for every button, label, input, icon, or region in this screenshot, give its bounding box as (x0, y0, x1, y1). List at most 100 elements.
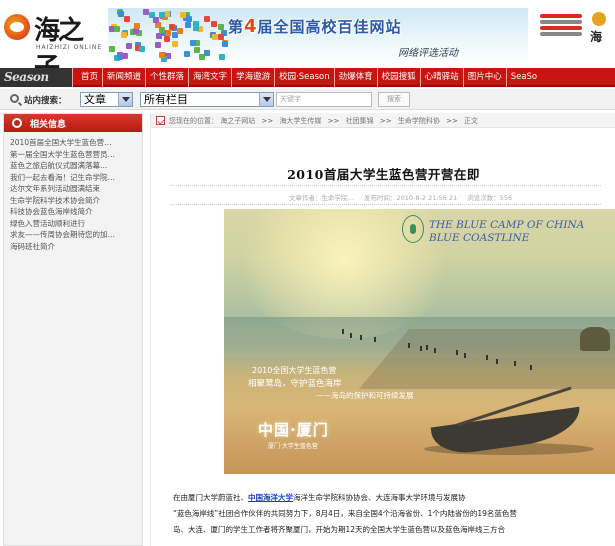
banner-cube (218, 33, 225, 40)
banner-title-prefix: 第 (228, 18, 245, 36)
related-list: 2010首届全国大学生蓝色营… 第一届全国大学生蓝色营营员… 蓝色之旅启航仪式圆… (4, 132, 142, 252)
related-link[interactable]: 求友——传周协会期待您的加… (10, 229, 140, 241)
breadcrumb-link-clubs[interactable]: 社团集锦 (346, 117, 374, 125)
nav-item-campus-season[interactable]: 校园·Season (274, 68, 334, 87)
sidebar-title: 相关信息 (30, 120, 67, 130)
nav-item-home[interactable]: 首页 (72, 68, 102, 87)
related-link[interactable]: 绿色入营活动顺利进行 (10, 218, 140, 230)
nav-items: 首页 新闻频道 个性群落 海湾文字 学海遨游 校园·Season 劲爆体育 校园… (72, 68, 541, 87)
photo-cn-line1: 2010全国大学生蓝色营 (252, 366, 337, 375)
related-link[interactable]: 海码班社简介 (10, 241, 140, 253)
partner-logo-bar (540, 14, 582, 18)
banner-cube (108, 45, 115, 52)
logo-mark-icon (4, 14, 30, 40)
search-button[interactable]: 搜索 (378, 92, 410, 107)
para-text: 海洋生命学院科协协会、大连海事大学环境与发展协 (293, 493, 466, 502)
related-link[interactable]: 科技协会蓝色海岸线简介 (10, 206, 140, 218)
sidebar-header: 相关信息 (4, 114, 142, 132)
breadcrumb-link-media[interactable]: 海大学生传媒 (279, 117, 321, 125)
partner-logo[interactable] (540, 14, 582, 44)
beach-person (420, 346, 422, 351)
related-sidebar: 相关信息 2010首届全国大学生蓝色营… 第一届全国大学生蓝色营营员… 蓝色之旅… (3, 113, 143, 546)
photo-city: 中国·厦门 (258, 421, 329, 439)
search-keyword-input[interactable]: 关键字 (276, 92, 372, 107)
partner-logo-bar (540, 20, 582, 24)
breadcrumb-separator: >> (379, 117, 392, 125)
chevron-down-icon[interactable] (259, 93, 273, 106)
nav-item-groups[interactable]: 个性群落 (145, 68, 188, 87)
banner-cube (183, 51, 190, 58)
banner-cube (221, 40, 228, 47)
related-link[interactable]: 2010首届全国大学生蓝色营… (10, 137, 140, 149)
beach-person (530, 365, 532, 370)
banner-cube (125, 43, 132, 50)
views-value: 556 (499, 194, 513, 202)
banner-cube (211, 21, 218, 28)
banner-cube (171, 40, 178, 47)
breadcrumb-separator: >> (261, 117, 274, 125)
nav-item-sports[interactable]: 劲爆体育 (333, 68, 377, 87)
banner-cube (142, 9, 149, 16)
banner-cube (121, 52, 128, 59)
photo-en-line2: BLUE COASTLINE (429, 232, 530, 244)
site-logo[interactable]: 海之子 HAIZHIZI ONLINE (4, 8, 104, 83)
site-search-bar: 站内搜索： 文章 所有栏目 关键字 搜索 (0, 89, 615, 110)
photo-en-line1: THE BLUE CAMP OF CHINA (429, 219, 585, 231)
search-icon (10, 94, 19, 103)
views-label: 浏览次数： (467, 194, 500, 202)
corner-logo[interactable]: 海 (588, 12, 615, 52)
article-title: 2010首届大学生蓝色营开营在即 (287, 167, 480, 182)
breadcrumb-link-home[interactable]: 海之子网站 (220, 117, 255, 125)
search-column-select[interactable]: 所有栏目 (140, 92, 274, 107)
related-link[interactable]: 我们一起去看海！记生命学院… (10, 172, 140, 184)
banner-cube (117, 11, 124, 18)
nav-item-campus-search[interactable]: 校园搜狐 (376, 68, 420, 87)
related-link[interactable]: 蓝色之旅启航仪式圆满落幕… (10, 160, 140, 172)
banner-cube (159, 52, 166, 59)
bullet-icon (12, 118, 22, 128)
breadcrumb-current: 正文 (464, 117, 479, 125)
beach-person (374, 337, 376, 342)
nav-item-photos[interactable]: 图片中心 (462, 68, 506, 87)
banner-cube (164, 36, 171, 43)
article-meta-text: 文章作者：生命学院… 发布时间：2010-8-2 21:56:21 浏览次数：556 (289, 192, 512, 202)
banner-cube (158, 26, 165, 33)
banner-cube (194, 47, 201, 54)
location-icon (156, 116, 165, 125)
corner-logo-dot-icon (592, 12, 606, 26)
related-link[interactable]: 生命学院科学技术协会简介 (10, 195, 140, 207)
search-type-select[interactable]: 文章 (80, 92, 133, 107)
ocean-university-link[interactable]: 中国海洋大学 (248, 493, 293, 502)
main-nav: Season 首页 新闻频道 个性群落 海湾文字 学海遨游 校园·Season … (0, 68, 615, 87)
banner-cube (185, 16, 192, 23)
banner-subtitle: 网络评选活动 (398, 48, 458, 59)
banner-cube (203, 16, 210, 23)
banner-title-number: 4 (244, 16, 258, 37)
para-text: 在由厦门大学蔚蓝社、 (173, 493, 248, 502)
nav-item-writing[interactable]: 海湾文字 (188, 68, 231, 87)
banner-cube (212, 34, 219, 41)
article-paragraph-line: 在由厦门大学蔚蓝社、中国海洋大学海洋生命学院科协协会、大连海事大学环境与发展协 (173, 490, 615, 506)
chevron-down-icon[interactable] (118, 93, 132, 106)
breadcrumb: 您现在的位置： 海之子网站 >> 海大学生传媒 >> 社团集锦 >> 生命学院科… (151, 113, 615, 128)
banner-cube (155, 32, 162, 39)
related-link[interactable]: 达尔文年系列活动圆满结束 (10, 183, 140, 195)
beach-person (464, 353, 466, 358)
article-paragraph-line: “蓝色海岸线”社团合作伙伴的共同努力下，8月4日，来自全国4个沿海省份、1个内陆… (173, 509, 517, 518)
banner-cube (190, 39, 197, 46)
search-type-value: 文章 (84, 93, 106, 106)
related-link[interactable]: 第一届全国大学生蓝色营营员… (10, 149, 140, 161)
nav-season-logo[interactable]: Season (0, 68, 72, 87)
banner-cube (185, 22, 192, 29)
nav-item-mood[interactable]: 心晴驿站 (419, 68, 463, 87)
nav-item-news[interactable]: 新闻频道 (102, 68, 145, 87)
banner-ad[interactable]: 第4届全国高校百佳网站 网络评选活动 (108, 8, 528, 64)
photo-cn-line2: 相聚鹭岛，守护蓝色海岸 (248, 379, 342, 389)
breadcrumb-link-college[interactable]: 生命学院科协 (398, 117, 440, 125)
author-label: 文章作者： (289, 194, 322, 202)
nav-item-study[interactable]: 学海遨游 (231, 68, 274, 87)
banner-cube (179, 12, 186, 19)
banner-cube (217, 24, 224, 31)
nav-item-seaso[interactable]: SeaSo (505, 68, 541, 87)
article-photo[interactable]: THE BLUE CAMP OF CHINA BLUE COASTLINE 20… (224, 209, 615, 474)
